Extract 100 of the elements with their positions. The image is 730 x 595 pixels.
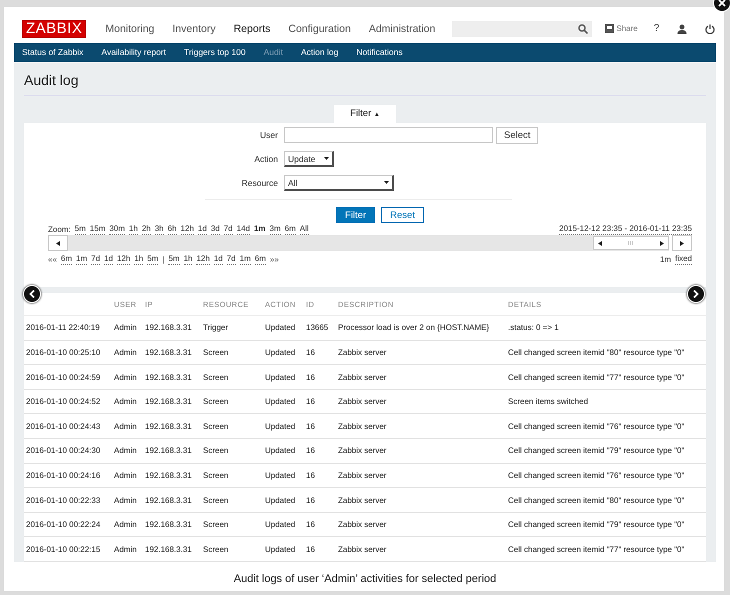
table-cell-text: 192.168.3.31: [144, 520, 193, 530]
table-cell-text: Updated: [264, 496, 296, 505]
period-step-link[interactable]: 7d: [91, 254, 100, 265]
left-arrow-icon: [56, 240, 60, 246]
table-cell-text: Zabbix server: [337, 496, 388, 505]
table-cell-text: Admin: [113, 470, 138, 480]
table-cell-text: Cell changed screen itemid "77" resource type "0": [507, 544, 686, 554]
period-step-link[interactable]: 5m: [147, 254, 158, 265]
menu-item[interactable]: Reports: [234, 22, 270, 35]
filter-button[interactable]: Filter: [336, 207, 376, 224]
resource-dropdown[interactable]: All: [284, 175, 394, 192]
submenu-item[interactable]: Availability report: [101, 47, 166, 58]
table-cell-text: 192.168.3.31: [144, 348, 193, 357]
table-cell-text: Screen items switched: [507, 397, 590, 406]
table-cell-text: 192.168.3.31: [144, 446, 193, 456]
zoom-label: Zoom:: [48, 224, 71, 234]
period-step-link[interactable]: 6m: [254, 254, 266, 265]
share-button[interactable]: Share: [605, 24, 638, 34]
table-cell-text: Admin: [113, 520, 138, 530]
reset-button[interactable]: Reset: [381, 207, 424, 224]
table-cell-text: Screen: [202, 470, 230, 480]
table-cell-text: 192.168.3.31: [144, 422, 193, 431]
table-cell-text: 192.168.3.31: [144, 372, 193, 382]
action-dropdown[interactable]: Update: [284, 151, 334, 168]
next-arrow-button[interactable]: [687, 285, 705, 304]
period-step-link[interactable]: 1d: [104, 254, 113, 265]
table-cell-text: 192.168.3.31: [144, 470, 193, 480]
table-cell-text: 16: [305, 397, 316, 406]
table-cell-text: Screen: [202, 520, 230, 530]
table-cell-text: Admin: [113, 446, 138, 456]
table-cell-text: 16: [305, 348, 316, 357]
previous-arrow-button[interactable]: [23, 285, 41, 304]
table-cell-text: 192.168.3.31: [144, 496, 193, 505]
table-cell-text: Screen: [202, 496, 230, 505]
scroll-right-button[interactable]: [672, 235, 692, 252]
help-link[interactable]: ?: [654, 23, 660, 34]
table-cell-text: 2016-01-10 00:24:52: [25, 397, 102, 406]
table-cell-text: 192.168.3.31: [144, 544, 193, 554]
period-step-link[interactable]: 1m: [240, 254, 251, 265]
submenu-item[interactable]: Action log: [300, 47, 338, 58]
field-label: User: [259, 130, 278, 140]
table-cell-text: 16: [305, 496, 316, 505]
period-step-link[interactable]: 1h: [134, 254, 144, 265]
period-step-link[interactable]: 12h: [116, 254, 130, 265]
field-label: Action: [253, 154, 278, 164]
period-step-link[interactable]: 1m: [76, 254, 88, 265]
search-field[interactable]: [452, 20, 592, 37]
submenu-item[interactable]: Triggers top 100: [184, 47, 246, 58]
table-cell-text: Updated: [264, 397, 296, 406]
table-cell-text: Admin: [113, 496, 138, 505]
table-cell-text: Updated: [264, 446, 296, 456]
table-cell-text: 2016-01-11 22:40:19: [25, 323, 101, 332]
period-step-link[interactable]: 1d: [214, 254, 223, 265]
period-step-link[interactable]: 12h: [196, 254, 210, 265]
table-cell-text: Screen: [202, 422, 230, 431]
table-cell-text: Zabbix server: [337, 446, 388, 456]
zoom-link[interactable]: 1m: [254, 224, 266, 234]
period-step-link[interactable]: 6m: [60, 254, 72, 265]
table-cell-text: 192.168.3.31: [144, 323, 193, 332]
page-title: Audit log: [24, 62, 706, 96]
menu-item[interactable]: Inventory: [172, 22, 216, 35]
fixed-link[interactable]: fixed: [675, 254, 692, 265]
table-cell-text: 2016-01-10 00:25:10: [25, 348, 102, 357]
right-arrow-icon: [660, 240, 664, 246]
chevron-left-icon: [29, 290, 35, 298]
period-step-link[interactable]: 5m: [168, 254, 180, 265]
table-cell-text: 16: [305, 446, 316, 456]
table-cell-text: Admin: [113, 323, 138, 332]
left-arrow-icon: [598, 240, 602, 246]
submenu-item[interactable]: Notifications: [356, 47, 403, 58]
search-icon: [578, 24, 588, 34]
timeline-scrollbar[interactable]: [48, 235, 669, 252]
table-cell-text: Cell changed screen itemid "77" resource type "0": [507, 372, 686, 382]
table-cell-text: 13665: [305, 323, 330, 332]
table-cell-text: 16: [305, 422, 316, 431]
table-cell-text: 2016-01-10 00:22:24: [25, 520, 102, 530]
period-length: 1m: [660, 254, 672, 264]
table-cell-text: 2016-01-10 00:24:30: [25, 446, 102, 456]
chevron-right-icon: [693, 290, 699, 298]
table-cell-text: Cell changed screen itemid "80" resource type "0": [507, 348, 686, 357]
menu-item[interactable]: Administration: [368, 22, 436, 35]
table-cell-text: 16: [305, 544, 316, 554]
image-caption: Audit logs of user ‘Admin’ activities for selected period: [232, 572, 498, 585]
submenu-item[interactable]: Status of Zabbix: [22, 47, 84, 58]
period-step-link[interactable]: 7d: [226, 254, 236, 265]
table-cell-text: Screen: [202, 372, 230, 382]
select-button[interactable]: Select: [496, 126, 538, 144]
user-field[interactable]: [284, 127, 493, 144]
scroll-thumb[interactable]: [593, 236, 669, 250]
table-cell-text: Admin: [113, 422, 138, 431]
scroll-left-button[interactable]: [48, 235, 68, 252]
user-icon[interactable]: [677, 24, 688, 34]
power-icon[interactable]: [705, 24, 716, 34]
logo[interactable]: ZABBIX: [22, 20, 86, 38]
table-cell-text: Updated: [264, 372, 296, 382]
table-cell-text: Screen: [202, 446, 230, 456]
menu-item[interactable]: Monitoring: [105, 22, 154, 35]
table-cell-text: Zabbix server: [337, 348, 388, 357]
period-step-link[interactable]: 1h: [184, 254, 192, 265]
menu-item[interactable]: Configuration: [288, 22, 351, 35]
